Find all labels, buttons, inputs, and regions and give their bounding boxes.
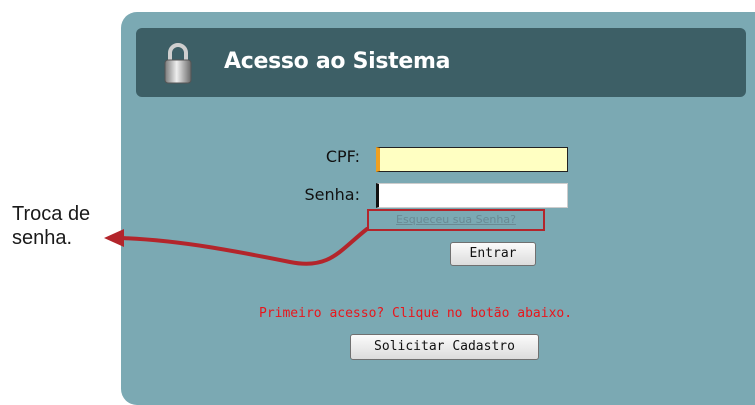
senha-label: Senha: (304, 185, 360, 204)
annotation-line-2: senha. (12, 227, 73, 249)
annotation-line-1: Troca de (12, 203, 91, 225)
forgot-password-link[interactable]: Esqueceu sua Senha? (367, 209, 545, 231)
cpf-label: CPF: (325, 147, 360, 166)
page-title: Acesso ao Sistema (224, 49, 451, 74)
first-access-notice: Primeiro acesso? Clique no botão abaixo. (259, 306, 573, 321)
submit-button[interactable]: Entrar (450, 242, 536, 266)
senha-input[interactable] (376, 183, 568, 208)
annotation-text: Troca de senha. (12, 202, 90, 250)
lock-icon (164, 43, 192, 84)
request-signup-button[interactable]: Solicitar Cadastro (350, 334, 539, 360)
cpf-input[interactable] (376, 147, 568, 172)
